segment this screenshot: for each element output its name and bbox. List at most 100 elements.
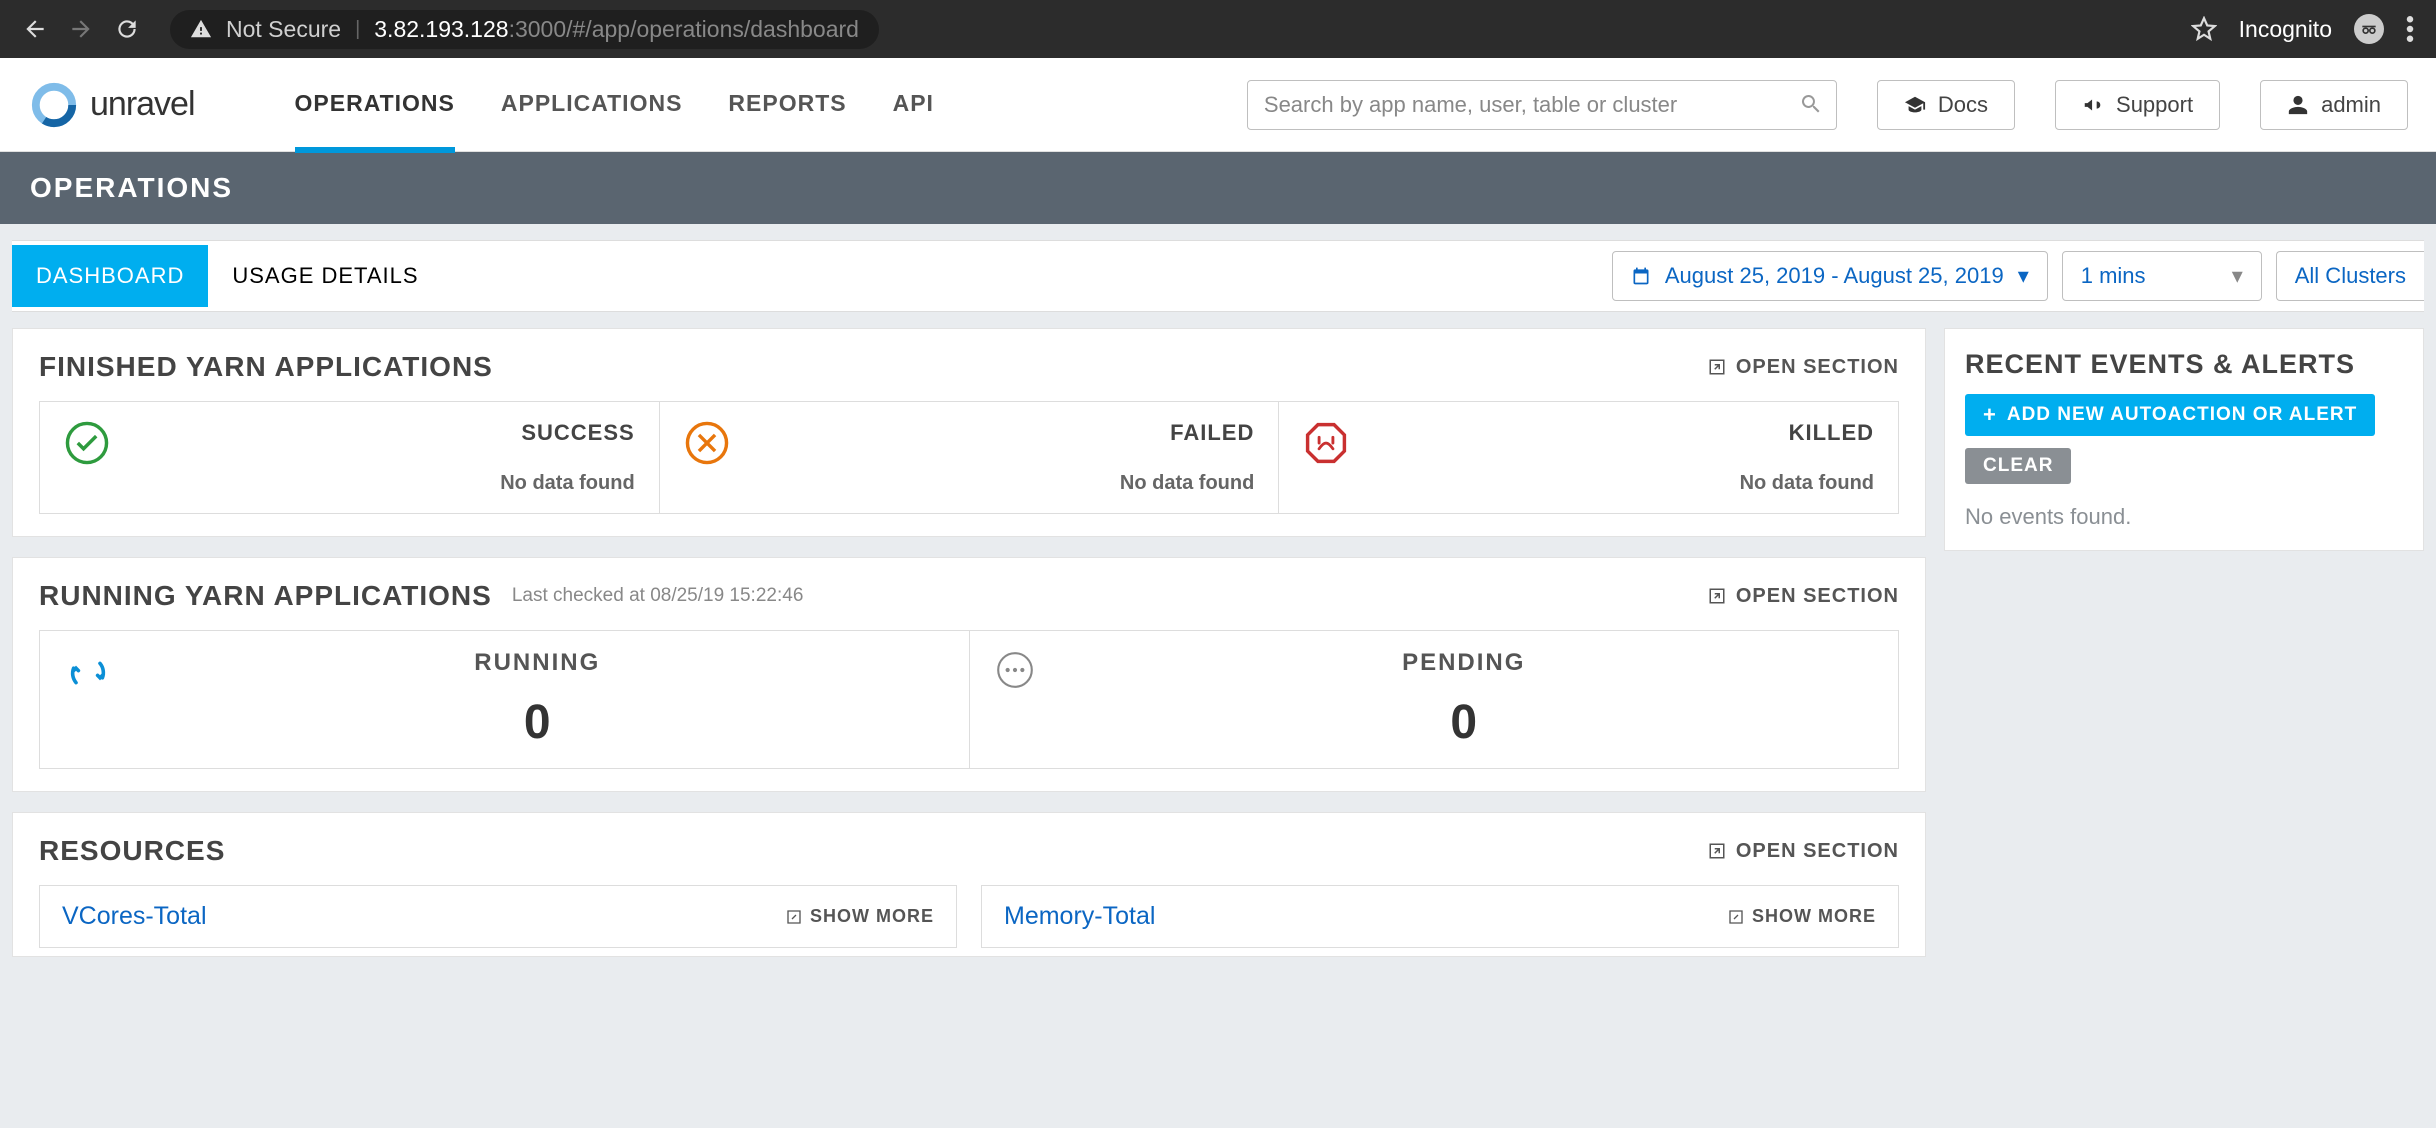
forward-icon[interactable] (68, 16, 94, 42)
pending-value: 0 (1054, 695, 1875, 750)
date-range-label: August 25, 2019 - August 25, 2019 (1665, 263, 2004, 289)
not-secure-label: Not Secure (226, 16, 341, 43)
clear-events-button[interactable]: CLEAR (1965, 448, 2071, 484)
date-range-picker[interactable]: August 25, 2019 - August 25, 2019 ▾ (1612, 251, 2048, 301)
cluster-select[interactable]: All Clusters (2276, 251, 2424, 301)
finished-apps-title: FINISHED YARN APPLICATIONS (39, 351, 493, 383)
failed-msg: No data found (748, 472, 1255, 495)
caret-down-icon: ▾ (2232, 263, 2243, 289)
warning-icon (190, 18, 212, 40)
vcores-title: VCores-Total (62, 902, 207, 931)
memory-cell: Memory-Total SHOW MORE (981, 885, 1899, 948)
vcores-show-more[interactable]: SHOW MORE (786, 906, 934, 927)
add-autoaction-label: ADD NEW AUTOACTION OR ALERT (2007, 404, 2357, 426)
success-msg: No data found (128, 472, 635, 495)
running-spinner-icon (64, 649, 112, 697)
support-label: Support (2116, 92, 2193, 118)
running-apps-title: RUNNING YARN APPLICATIONS (39, 580, 492, 612)
expand-icon (1708, 358, 1726, 376)
cluster-label: All Clusters (2295, 263, 2406, 289)
reload-icon[interactable] (114, 16, 140, 42)
expand-icon (786, 909, 802, 925)
docs-label: Docs (1938, 92, 1988, 118)
expand-icon (1708, 842, 1726, 860)
running-open-section[interactable]: OPEN SECTION (1708, 585, 1899, 608)
finished-success-cell: SUCCESS No data found (40, 402, 660, 513)
killed-stop-icon (1303, 420, 1349, 466)
killed-msg: No data found (1367, 472, 1874, 495)
failed-label: FAILED (748, 420, 1255, 446)
main-content: FINISHED YARN APPLICATIONS OPEN SECTION … (0, 312, 2436, 973)
nav-operations[interactable]: OPERATIONS (295, 56, 455, 153)
url-host: 3.82.193.128 (374, 16, 508, 42)
controls-row: DASHBOARD USAGE DETAILS August 25, 2019 … (12, 240, 2424, 312)
brand-logo[interactable]: unravel (28, 79, 195, 131)
kebab-menu-icon[interactable] (2406, 16, 2414, 42)
incognito-label: Incognito (2239, 16, 2332, 43)
running-cells-row: RUNNING 0 PENDING 0 (39, 630, 1899, 769)
resources-open-section[interactable]: OPEN SECTION (1708, 840, 1899, 863)
user-label: admin (2321, 92, 2381, 118)
no-events-message: No events found. (1965, 504, 2403, 530)
tab-dashboard[interactable]: DASHBOARD (12, 245, 208, 307)
controls-right: August 25, 2019 - August 25, 2019 ▾ 1 mi… (1602, 241, 2424, 311)
running-apps-card: RUNNING YARN APPLICATIONS Last checked a… (12, 557, 1926, 792)
main-nav: OPERATIONS APPLICATIONS REPORTS API (295, 56, 934, 153)
failed-x-icon (684, 420, 730, 466)
finished-killed-cell: KILLED No data found (1279, 402, 1898, 513)
interval-select[interactable]: 1 mins ▾ (2062, 251, 2262, 301)
brand-name: unravel (90, 85, 195, 124)
url-bar[interactable]: Not Secure | 3.82.193.128:3000/#/app/ope… (170, 10, 879, 49)
finished-open-section[interactable]: OPEN SECTION (1708, 356, 1899, 379)
running-value: 0 (130, 695, 945, 750)
main-left-column: FINISHED YARN APPLICATIONS OPEN SECTION … (12, 328, 1926, 957)
finished-apps-card: FINISHED YARN APPLICATIONS OPEN SECTION … (12, 328, 1926, 537)
nav-api[interactable]: API (893, 56, 934, 153)
resources-row: VCores-Total SHOW MORE Memory-Total SHOW… (39, 885, 1899, 948)
browser-right-controls: Incognito (2191, 14, 2424, 44)
search-input[interactable] (1247, 80, 1837, 130)
bullhorn-icon (2082, 94, 2104, 116)
app-header: unravel OPERATIONS APPLICATIONS REPORTS … (0, 58, 2436, 152)
user-icon (2287, 94, 2309, 116)
search-icon[interactable] (1799, 92, 1823, 116)
memory-show-more[interactable]: SHOW MORE (1728, 906, 1876, 927)
plus-icon: + (1983, 402, 1997, 428)
open-section-label: OPEN SECTION (1736, 840, 1899, 863)
browser-nav-icons (12, 16, 150, 42)
expand-icon (1708, 587, 1726, 605)
killed-label: KILLED (1367, 420, 1874, 446)
pending-label: PENDING (1054, 649, 1875, 677)
expand-icon (1728, 909, 1744, 925)
memory-title: Memory-Total (1004, 902, 1155, 931)
running-cell: RUNNING 0 (40, 631, 970, 768)
finished-failed-cell: FAILED No data found (660, 402, 1280, 513)
add-autoaction-button[interactable]: + ADD NEW AUTOACTION OR ALERT (1965, 394, 2375, 436)
success-label: SUCCESS (128, 420, 635, 446)
finished-cells-row: SUCCESS No data found FAILED No data fou… (39, 401, 1899, 514)
pending-cell: PENDING 0 (970, 631, 1899, 768)
url-path: :3000/#/app/operations/dashboard (509, 16, 859, 42)
incognito-icon (2354, 14, 2384, 44)
success-check-icon (64, 420, 110, 466)
resources-card: RESOURCES OPEN SECTION VCores-Total SHOW… (12, 812, 1926, 957)
caret-down-icon: ▾ (2018, 263, 2029, 289)
tab-usage-details[interactable]: USAGE DETAILS (208, 245, 442, 307)
support-button[interactable]: Support (2055, 80, 2220, 130)
interval-label: 1 mins (2081, 263, 2146, 289)
nav-reports[interactable]: REPORTS (728, 56, 846, 153)
page-title: OPERATIONS (0, 152, 2436, 224)
search-wrapper (1247, 80, 1837, 130)
open-section-label: OPEN SECTION (1736, 585, 1899, 608)
running-label: RUNNING (130, 649, 945, 677)
events-title: RECENT EVENTS & ALERTS (1965, 349, 2403, 380)
docs-button[interactable]: Docs (1877, 80, 2015, 130)
resources-title: RESOURCES (39, 835, 225, 867)
pending-ellipsis-icon (994, 649, 1036, 691)
user-menu-button[interactable]: admin (2260, 80, 2408, 130)
events-panel: RECENT EVENTS & ALERTS + ADD NEW AUTOACT… (1944, 328, 2424, 551)
bookmark-star-icon[interactable] (2191, 16, 2217, 42)
back-icon[interactable] (22, 16, 48, 42)
nav-applications[interactable]: APPLICATIONS (501, 56, 683, 153)
running-apps-subtitle: Last checked at 08/25/19 15:22:46 (512, 585, 804, 607)
